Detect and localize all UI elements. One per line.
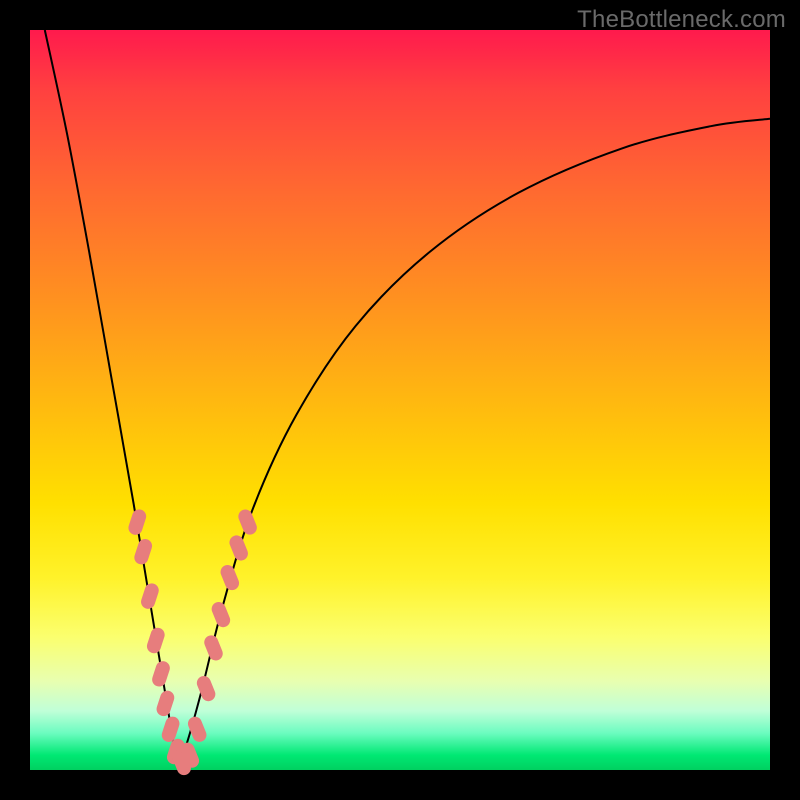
- highlight-bead: [145, 626, 166, 655]
- highlight-bead: [186, 715, 209, 744]
- highlight-bead: [150, 659, 171, 688]
- chart-plot-area: [30, 30, 770, 770]
- highlight-bead: [202, 633, 225, 662]
- highlight-bead: [133, 537, 154, 566]
- highlight-bead: [155, 689, 176, 718]
- highlight-bead: [218, 563, 241, 592]
- highlight-bead: [227, 533, 250, 562]
- chart-svg: [30, 30, 770, 770]
- bottleneck-curve: [45, 30, 770, 764]
- highlight-bead: [210, 600, 233, 629]
- highlight-beads-group: [127, 507, 259, 777]
- highlight-bead: [127, 508, 148, 537]
- highlight-bead: [139, 582, 160, 611]
- highlight-bead: [195, 674, 218, 703]
- highlight-bead: [236, 507, 259, 536]
